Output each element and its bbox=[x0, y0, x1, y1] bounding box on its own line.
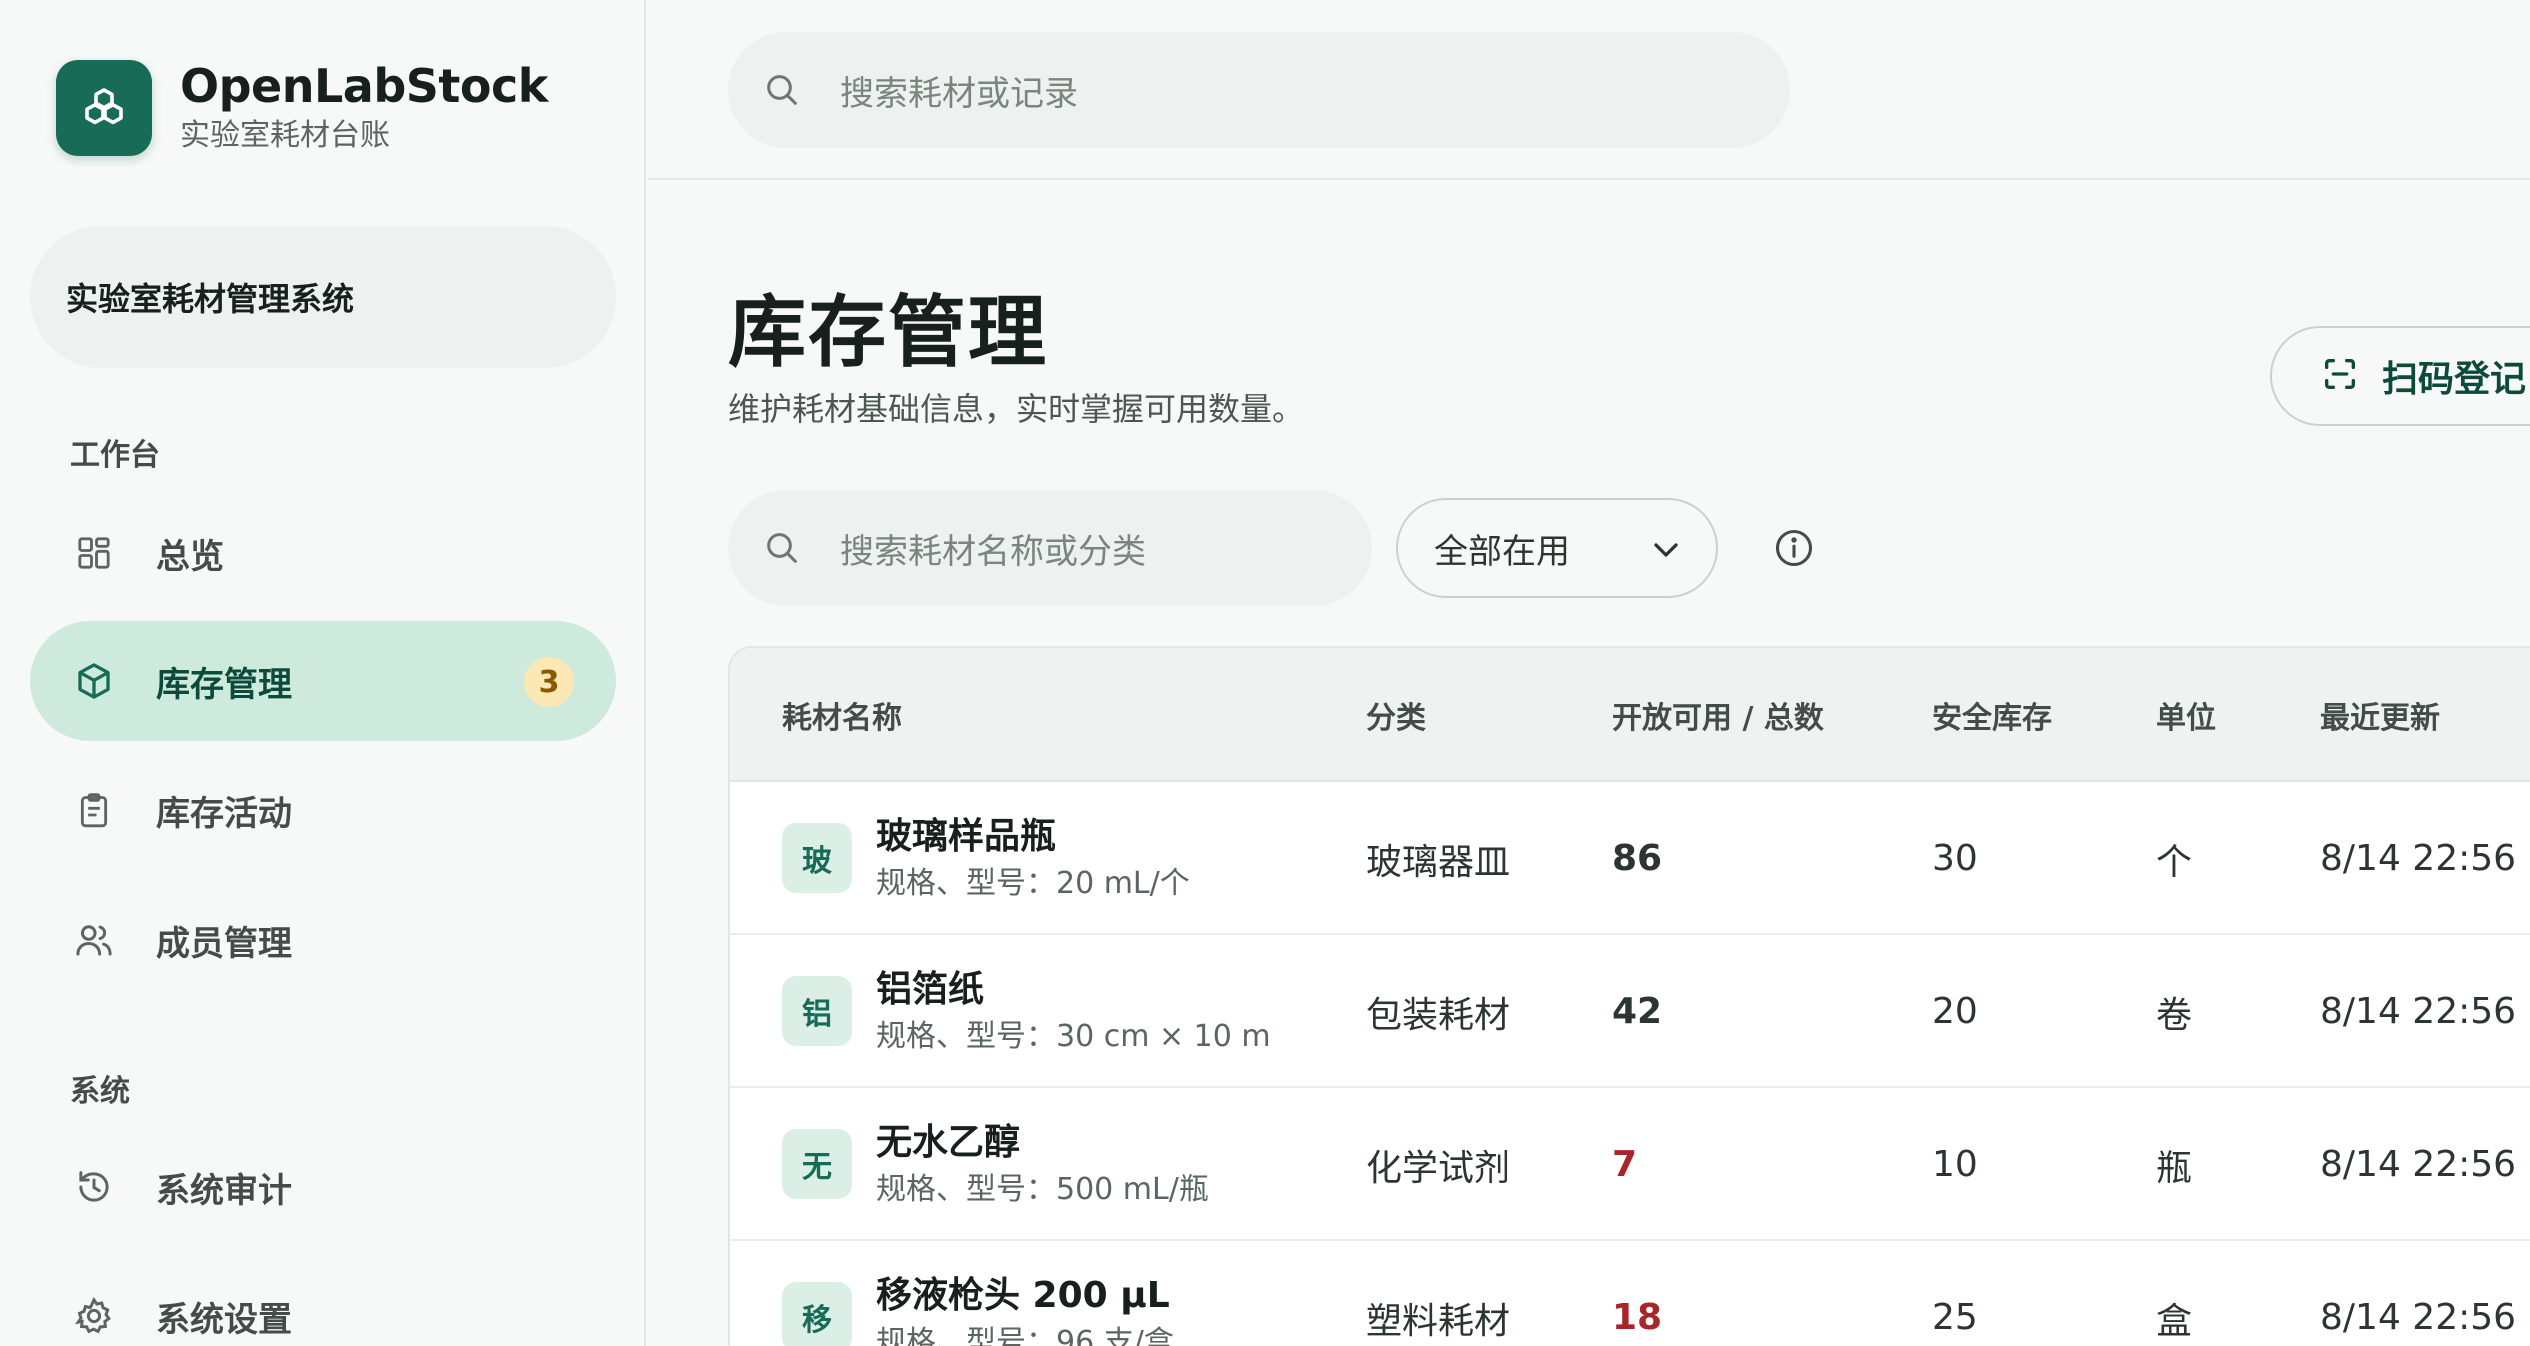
brand[interactable]: OpenLabStock 实验室耗材台账 bbox=[56, 58, 548, 158]
item-avatar: 玻 bbox=[782, 823, 852, 893]
item-avatar: 移 bbox=[782, 1282, 852, 1346]
sidebar-item-members[interactable]: 成员管理 bbox=[30, 880, 616, 1000]
table-row[interactable]: 无 无水乙醇 规格、型号：500 mL/瓶 化学试剂 7 10 瓶 8/14 2… bbox=[730, 1088, 2530, 1241]
sidebar-item-audit[interactable]: 系统审计 bbox=[30, 1127, 616, 1247]
system-switcher[interactable]: 实验室耗材管理系统 bbox=[30, 226, 616, 368]
table-row[interactable]: 玻 玻璃样品瓶 规格、型号：20 mL/个 玻璃器皿 86 30 个 8/14 … bbox=[730, 782, 2530, 935]
inventory-table: 耗材名称 分类 开放可用 / 总数 安全库存 单位 最近更新 玻 玻璃样品瓶 规… bbox=[728, 646, 2530, 1346]
item-name[interactable]: 玻璃样品瓶 bbox=[876, 812, 1190, 862]
search-icon bbox=[762, 70, 802, 110]
sidebar-item-settings[interactable]: 系统设置 bbox=[30, 1256, 616, 1346]
status-filter-select[interactable]: 全部在用 bbox=[1396, 498, 1718, 598]
table-row[interactable]: 移 移液枪头 200 µL 规格、型号：96 支/盒 塑料耗材 18 25 盒 … bbox=[730, 1241, 2530, 1346]
item-available: 86 bbox=[1612, 838, 1663, 879]
global-search-input[interactable]: 搜索耗材或记录 bbox=[728, 32, 1790, 148]
column-header-available[interactable]: 开放可用 / 总数 bbox=[1612, 648, 1824, 782]
scan-register-button[interactable]: 扫码登记 bbox=[2270, 326, 2530, 426]
item-category: 化学试剂 bbox=[1366, 1147, 1511, 1189]
item-spec: 规格、型号：30 cm × 10 m bbox=[876, 1018, 1271, 1054]
item-unit: 盒 bbox=[2156, 1300, 2193, 1342]
column-header-safety-stock[interactable]: 安全库存 bbox=[1932, 648, 2052, 782]
item-category: 玻璃器皿 bbox=[1366, 841, 1511, 883]
scan-icon bbox=[2320, 354, 2360, 398]
search-placeholder: 搜索耗材或记录 bbox=[840, 73, 1078, 114]
table-header: 耗材名称 分类 开放可用 / 总数 安全库存 单位 最近更新 bbox=[730, 648, 2530, 782]
count-badge: 3 bbox=[524, 657, 574, 707]
item-safety-stock: 20 bbox=[1932, 991, 1978, 1032]
item-name[interactable]: 无水乙醇 bbox=[876, 1118, 1209, 1168]
sidebar-item-label: 库存活动 bbox=[156, 793, 292, 834]
item-safety-stock: 10 bbox=[1932, 1144, 1978, 1185]
page-title: 库存管理 bbox=[728, 288, 1049, 378]
brand-subtitle: 实验室耗材台账 bbox=[180, 118, 390, 153]
item-avatar: 无 bbox=[782, 1129, 852, 1199]
item-updated: 8/14 22:56 bbox=[2320, 1144, 2517, 1185]
item-category: 包装耗材 bbox=[1366, 994, 1511, 1036]
item-unit: 瓶 bbox=[2156, 1147, 2193, 1189]
clipboard-icon bbox=[72, 788, 116, 832]
inventory-search-input[interactable]: 搜索耗材名称或分类 bbox=[728, 490, 1372, 606]
item-available-low: 18 bbox=[1612, 1297, 1663, 1338]
table-row[interactable]: 铝 铝箔纸 规格、型号：30 cm × 10 m 包装耗材 42 20 卷 8/… bbox=[730, 935, 2530, 1088]
item-spec: 规格、型号：20 mL/个 bbox=[876, 865, 1190, 901]
brand-name: OpenLabStock bbox=[180, 59, 548, 113]
sidebar-item-label: 总览 bbox=[156, 536, 224, 577]
cubes-logo-icon bbox=[56, 60, 152, 156]
chevron-down-icon bbox=[1646, 530, 1686, 570]
sidebar-item-label: 系统设置 bbox=[156, 1299, 292, 1340]
sidebar-item-overview[interactable]: 总览 bbox=[30, 493, 616, 613]
column-header-name[interactable]: 耗材名称 bbox=[782, 648, 902, 782]
item-category: 塑料耗材 bbox=[1366, 1300, 1511, 1342]
search-icon bbox=[762, 528, 802, 568]
dashboard-icon bbox=[72, 531, 116, 575]
users-icon bbox=[72, 918, 116, 962]
page-subtitle: 维护耗材基础信息，实时掌握可用数量。 bbox=[728, 390, 1305, 428]
sidebar-item-label: 库存管理 bbox=[156, 664, 292, 705]
item-safety-stock: 25 bbox=[1932, 1297, 1978, 1338]
sidebar: OpenLabStock 实验室耗材台账 实验室耗材管理系统 工作台 总览 库存… bbox=[0, 0, 646, 1346]
gear-icon bbox=[72, 1294, 116, 1338]
box-icon bbox=[72, 659, 116, 703]
item-updated: 8/14 22:56 bbox=[2320, 1297, 2517, 1338]
item-unit: 个 bbox=[2156, 841, 2193, 883]
sidebar-item-label: 系统审计 bbox=[156, 1170, 292, 1211]
history-icon bbox=[72, 1165, 116, 1209]
sidebar-item-activity[interactable]: 库存活动 bbox=[30, 750, 616, 870]
item-spec: 规格、型号：500 mL/瓶 bbox=[876, 1171, 1209, 1207]
section-label-system: 系统 bbox=[70, 1074, 130, 1109]
column-header-updated[interactable]: 最近更新 bbox=[2320, 648, 2440, 782]
item-spec: 规格、型号：96 支/盒 bbox=[876, 1324, 1174, 1346]
item-updated: 8/14 22:56 bbox=[2320, 991, 2517, 1032]
item-unit: 卷 bbox=[2156, 994, 2193, 1036]
column-header-category[interactable]: 分类 bbox=[1366, 648, 1426, 782]
item-available: 42 bbox=[1612, 991, 1663, 1032]
info-icon[interactable] bbox=[1772, 526, 1816, 570]
topbar: 搜索耗材或记录 bbox=[648, 0, 2530, 180]
item-avatar: 铝 bbox=[782, 976, 852, 1046]
sidebar-item-label: 成员管理 bbox=[156, 923, 292, 964]
search-placeholder: 搜索耗材名称或分类 bbox=[840, 531, 1146, 572]
status-filter-value: 全部在用 bbox=[1434, 531, 1570, 572]
section-label-workspace: 工作台 bbox=[70, 438, 160, 473]
item-safety-stock: 30 bbox=[1932, 838, 1978, 879]
item-updated: 8/14 22:56 bbox=[2320, 838, 2517, 879]
scan-register-label: 扫码登记 bbox=[2382, 359, 2527, 400]
column-header-unit[interactable]: 单位 bbox=[2156, 648, 2216, 782]
sidebar-item-inventory[interactable]: 库存管理 3 bbox=[30, 621, 616, 741]
item-name[interactable]: 移液枪头 200 µL bbox=[876, 1271, 1174, 1321]
item-name[interactable]: 铝箔纸 bbox=[876, 965, 1271, 1015]
item-available-low: 7 bbox=[1612, 1144, 1638, 1185]
